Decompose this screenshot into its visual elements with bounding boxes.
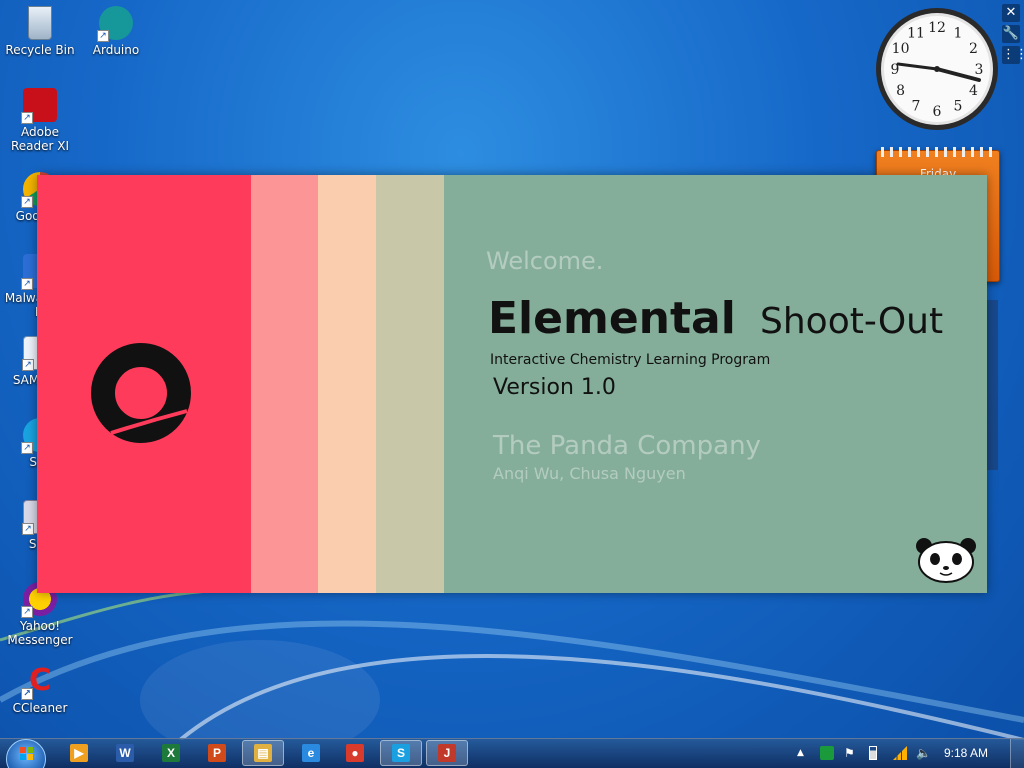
taskbar-app-skype[interactable]: S — [380, 740, 422, 766]
word-icon: W — [116, 744, 134, 762]
volume-icon[interactable]: 🔈 — [916, 746, 931, 760]
recycle-bin-icon — [28, 6, 52, 40]
gadget-shadow — [986, 300, 998, 470]
desktop-icon-adobe-reader[interactable]: ↗ Adobe Reader XI — [0, 88, 80, 153]
security-check-icon[interactable] — [820, 746, 834, 760]
splash-stripe-pink — [251, 175, 318, 593]
clock-numeral: 6 — [933, 104, 942, 120]
taskbar-app-excel[interactable]: X — [150, 740, 192, 766]
desktop-icon-arduino[interactable]: ↗ Arduino — [76, 6, 156, 57]
taskbar-app-chrome[interactable]: ● — [334, 740, 376, 766]
clock-numeral: 12 — [928, 20, 946, 36]
chrome-icon: ● — [346, 744, 364, 762]
arduino-icon: ↗ — [97, 6, 133, 42]
system-clock[interactable]: 9:18 AM — [944, 746, 988, 760]
action-center-flag-icon[interactable]: ⚑ — [844, 746, 858, 760]
splash-info-panel: Welcome. Elemental Shoot-Out Interactive… — [444, 175, 987, 593]
welcome-text: Welcome. — [486, 247, 604, 275]
clock-numeral: 11 — [907, 26, 925, 42]
clock-gadget[interactable]: 12 1234567891011 — [874, 6, 1000, 132]
app-title-rest: Shoot-Out — [760, 301, 944, 342]
calendar-rings — [881, 147, 995, 157]
clock-numeral: 4 — [969, 83, 978, 99]
taskbar-app-media-player[interactable]: ▶ — [58, 740, 100, 766]
excel-icon: X — [162, 744, 180, 762]
authors: Anqi Wu, Chusa Nguyen — [493, 464, 686, 483]
taskbar-app-word[interactable]: W — [104, 740, 146, 766]
splash-window: Welcome. Elemental Shoot-Out Interactive… — [37, 175, 987, 593]
taskbar-app-java[interactable]: J — [426, 740, 468, 766]
gadget-toolbar: ✕ 🔧 ⋮⋮ — [1002, 4, 1024, 67]
wrench-icon[interactable]: 🔧 — [1002, 25, 1020, 43]
desktop-icon-label: Arduino — [92, 43, 140, 57]
explorer-icon: ▤ — [254, 744, 272, 762]
internet-explorer-icon: e — [302, 744, 320, 762]
app-title-bold: Elemental — [488, 293, 736, 344]
clock-numeral: 3 — [975, 62, 984, 78]
desktop-icon-ccleaner[interactable]: C ↗ CCleaner — [0, 664, 80, 716]
clock-numeral: 1 — [954, 26, 963, 42]
drag-handle-icon[interactable]: ⋮⋮ — [1002, 46, 1024, 64]
ccleaner-icon: C ↗ — [21, 664, 57, 700]
powerpoint-icon: P — [208, 744, 226, 762]
adobe-reader-icon: ↗ — [21, 88, 57, 124]
clock-numeral: 2 — [969, 41, 978, 57]
clock-numeral: 7 — [912, 98, 921, 114]
java-icon: J — [438, 744, 456, 762]
clock-numeral: 8 — [896, 83, 905, 99]
company-name: The Panda Company — [493, 431, 761, 461]
desktop-icon-label: Yahoo! Messenger — [7, 619, 73, 647]
taskbar-app-explorer[interactable]: ▤ — [242, 740, 284, 766]
panda-icon — [916, 538, 976, 583]
show-desktop-button[interactable] — [1010, 739, 1024, 768]
skype-icon: S — [392, 744, 410, 762]
desktop-icon-recycle-bin[interactable]: Recycle Bin — [0, 6, 80, 57]
clock-numeral: 10 — [892, 41, 910, 57]
taskbar-app-internet-explorer[interactable]: e — [290, 740, 332, 766]
app-version: Version 1.0 — [493, 375, 616, 400]
desktop-icon-label: Recycle Bin — [5, 43, 75, 57]
taskbar-app-powerpoint[interactable]: P — [196, 740, 238, 766]
splash-stripe-red — [37, 175, 251, 593]
show-hidden-icons[interactable]: ▲ — [797, 746, 811, 760]
windows-logo-icon — [20, 747, 34, 761]
media-player-icon: ▶ — [70, 744, 88, 762]
battery-icon[interactable] — [869, 746, 877, 760]
desktop-icon-label: Adobe Reader XI — [10, 125, 70, 153]
app-subtitle: Interactive Chemistry Learning Program — [490, 352, 771, 368]
splash-stripe-khaki — [376, 175, 444, 593]
splash-stripe-peach — [318, 175, 376, 593]
clock-numeral: 5 — [954, 98, 963, 114]
app-logo-icon — [91, 343, 191, 443]
desktop-icon-label: CCleaner — [12, 701, 68, 715]
close-icon[interactable]: ✕ — [1002, 4, 1020, 22]
